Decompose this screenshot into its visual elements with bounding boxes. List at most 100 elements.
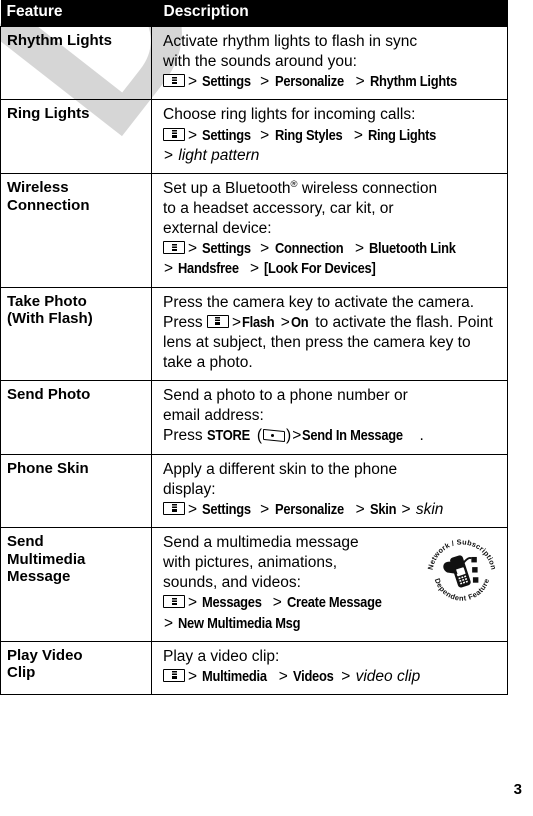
description-line: with the sounds around you: [163, 53, 357, 71]
page-number: 3 [513, 781, 522, 798]
menu-key-icon [163, 501, 185, 515]
menu-path-continuation: > Handsfree > [Look For Devices] [164, 260, 376, 278]
menu-path: > Multimedia > Videos > video clip [163, 667, 501, 687]
feature-name-line: Message [7, 568, 71, 586]
feature-name-line: Play Video [7, 646, 83, 664]
feature-name-line: Multimedia [7, 550, 86, 568]
feature-name-send-multimedia-message: Send Multimedia Message [0, 526, 152, 642]
press-label: Press [163, 427, 203, 445]
description-line: Choose ring lights for incoming calls: [163, 106, 416, 124]
menu-path-segment: New Multimedia Msg [178, 614, 301, 632]
menu-path: Press STORE()>Send In Message. [163, 427, 424, 445]
feature-name-play-video-clip: Play Video Clip [0, 640, 152, 695]
menu-path-segment: Connection [274, 240, 344, 258]
description-send-photo: Send a photo to a phone number or email … [151, 380, 508, 455]
feature-name-line: (With Flash) [7, 310, 93, 328]
registered-mark: ® [290, 178, 298, 190]
menu-path-segment: Send In Message [302, 427, 404, 445]
feature-name-phone-skin: Phone Skin [0, 453, 152, 528]
menu-path-segment: Ring Styles [274, 126, 343, 144]
menu-key-icon [163, 668, 185, 682]
menu-path-segment: Multimedia [202, 667, 268, 685]
menu-path-variable: skin [415, 500, 444, 518]
menu-path-segment: [Look For Devices] [264, 260, 376, 278]
table-row: Wireless Connection Set up a Bluetooth® … [0, 172, 508, 288]
menu-path: > Settings > Personalize > Skin > skin [163, 500, 501, 520]
table-body: Rhythm Lights Activate rhythm lights to … [0, 25, 508, 695]
table-header: Feature Description [0, 0, 508, 27]
menu-path-segment: Skin [369, 500, 397, 518]
menu-path-segment: Messages [202, 594, 262, 612]
description-line: email address: [163, 407, 264, 425]
period: . [419, 427, 424, 445]
feature-name-wireless-connection: Wireless Connection [0, 172, 152, 288]
feature-name-line: Wireless [7, 178, 69, 196]
description-ring-lights: Choose ring lights for incoming calls: >… [151, 99, 508, 174]
description-line: Apply a different skin to the phone [163, 460, 398, 478]
feature-name-send-photo: Send Photo [0, 380, 152, 455]
description-line: external device: [163, 220, 272, 238]
feature-name-line: Clip [7, 664, 36, 682]
column-header-feature: Feature [0, 0, 152, 27]
menu-path: > Settings > Connection > Bluetooth Link [163, 239, 501, 259]
menu-path-segment: On [290, 313, 309, 331]
menu-path-segment: Bluetooth Link [369, 240, 457, 258]
table-row: Rhythm Lights Activate rhythm lights to … [0, 25, 508, 101]
feature-name-line: Connection [7, 196, 90, 214]
description-send-multimedia-message: Send a multimedia message with pictures,… [151, 526, 508, 642]
soft-key-icon [263, 429, 286, 443]
page-content: Feature Description Rhythm Lights Activa… [0, 0, 533, 816]
description-line: Activate rhythm lights to flash in sync [163, 33, 418, 50]
feature-name-ring-lights: Ring Lights [0, 99, 152, 174]
menu-path-variable: video clip [355, 667, 421, 685]
menu-path-segment: Flash [242, 313, 275, 331]
description-take-photo: Press the camera key to activate the cam… [151, 286, 508, 382]
menu-path-segment: Settings [202, 126, 252, 144]
table-row: Send Multimedia Message Send a multimedi… [0, 526, 508, 642]
description-line: display: [163, 480, 216, 498]
menu-path: > Settings > Ring Styles > Ring Lights [163, 126, 501, 146]
description-rhythm-lights: Activate rhythm lights to flash in sync … [151, 25, 508, 101]
description-line: Set up a Bluetooth® wireless connection [163, 178, 438, 197]
menu-path-segment: Personalize [274, 500, 344, 518]
menu-path-segment: Handsfree [178, 260, 240, 278]
menu-path-variable: light pattern [178, 146, 260, 164]
menu-key-icon [206, 314, 229, 328]
menu-path-segment: Ring Lights [368, 126, 437, 144]
table-row: Play Video Clip Play a video clip: > Mul… [0, 640, 508, 695]
menu-key-icon [163, 241, 185, 255]
table-row: Send Photo Send a photo to a phone numbe… [0, 380, 508, 455]
feature-name-rhythm-lights: Rhythm Lights [0, 25, 152, 101]
menu-path-segment: Settings [202, 73, 252, 91]
menu-path-continuation: > light pattern [164, 146, 260, 164]
menu-path-segment: Videos [293, 667, 334, 685]
table-header-row: Feature Description [0, 0, 508, 27]
menu-path-segment: Settings [202, 240, 252, 258]
description-wireless-connection: Set up a Bluetooth® wireless connection … [151, 172, 508, 288]
description-line: to a headset accessory, car kit, or [163, 199, 394, 217]
menu-path-segment: Create Message [287, 594, 382, 612]
menu-key-icon [163, 595, 185, 609]
menu-path-segment: Personalize [274, 73, 344, 91]
column-header-description: Description [151, 0, 508, 27]
table-row: Ring Lights Choose ring lights for incom… [0, 99, 508, 174]
network-subscription-dependent-feature-badge: Network / Subscription Dependent Feature [423, 532, 501, 610]
table-row: Phone Skin Apply a different skin to the… [0, 453, 508, 528]
description-play-video-clip: Play a video clip: > Multimedia > Videos >… [151, 640, 508, 695]
description-line: Play a video clip: [163, 647, 280, 665]
description-phone-skin: Apply a different skin to the phone disp… [151, 453, 508, 528]
menu-key-icon [163, 127, 185, 141]
feature-description-table: Feature Description Rhythm Lights Activa… [0, 0, 508, 695]
table-row: Take Photo (With Flash) Press the camera… [0, 286, 508, 382]
menu-path-continuation: > New Multimedia Msg [164, 614, 301, 632]
description-line: Send a photo to a phone number or [163, 387, 408, 405]
feature-name-line: Send [7, 532, 44, 550]
bluetooth-word: Bluetooth [225, 179, 291, 197]
feature-name-take-photo: Take Photo (With Flash) [0, 286, 152, 382]
store-key-label: STORE [206, 427, 250, 445]
menu-path-segment: Settings [202, 500, 252, 518]
menu-path-segment: Rhythm Lights [369, 73, 457, 91]
feature-name-line: Take Photo [7, 292, 87, 310]
menu-key-icon [163, 74, 185, 88]
menu-path: > Settings > Personalize > Rhythm Lights [163, 72, 501, 92]
